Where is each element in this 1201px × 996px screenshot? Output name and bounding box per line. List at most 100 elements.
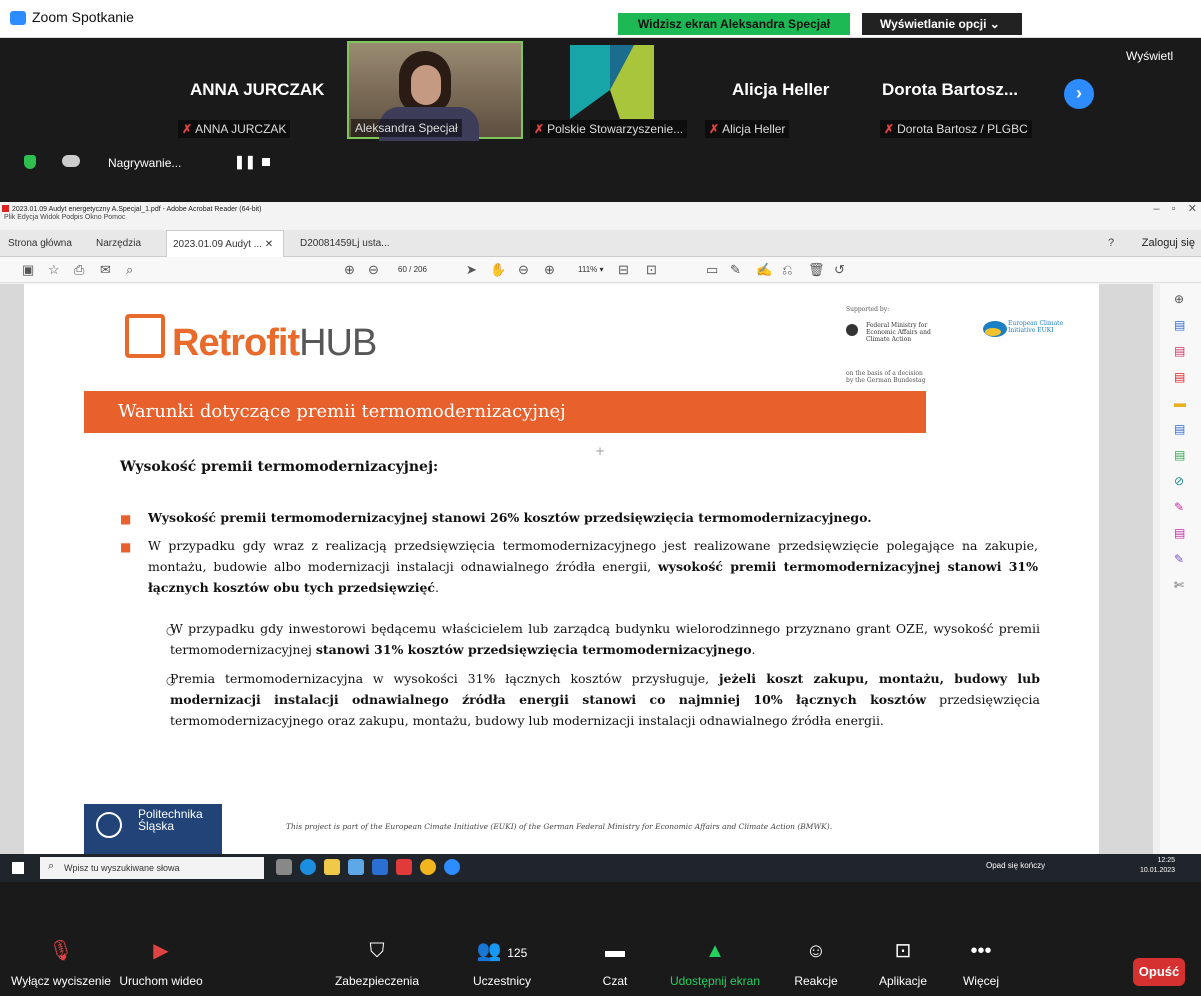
task-view-icon[interactable]: [276, 859, 292, 875]
participant-name-large: Dorota Bartosz...: [882, 80, 1019, 99]
store-icon[interactable]: [348, 859, 364, 875]
mail-icon[interactable]: ✉: [100, 262, 111, 278]
draw-icon[interactable]: ✍: [756, 262, 772, 278]
export-pdf-icon[interactable]: ▤: [1174, 370, 1185, 384]
pause-recording-icon[interactable]: ❚❚: [234, 154, 256, 170]
system-clock[interactable]: 12:25 10.01.2023: [1140, 856, 1175, 876]
tab-audit-document[interactable]: 2023.01.09 Audyt ... ✕: [166, 230, 284, 257]
request-signature-icon[interactable]: ▤: [1174, 526, 1185, 540]
euki-logo-icon: [983, 321, 1007, 337]
select-tool-icon[interactable]: ➤: [466, 262, 477, 278]
stamp-icon[interactable]: ⎌: [782, 262, 792, 278]
hand-tool-icon[interactable]: ✋: [490, 262, 506, 278]
window-title: Zoom Spotkanie: [32, 9, 134, 25]
apps-button[interactable]: ⊡ Aplikacje: [870, 936, 936, 988]
more-tools-icon[interactable]: ✄: [1174, 578, 1184, 592]
delete-icon[interactable]: 🗑: [808, 262, 825, 278]
reader-toolbar: ▣ ☆ ⎙ ✉ ⌕ ⊕ ⊖ 60 / 206 ➤ ✋ ⊖ ⊕ 111% ▾ ⊟ …: [0, 257, 1201, 283]
login-link[interactable]: Zaloguj się: [1142, 237, 1195, 249]
stop-recording-icon[interactable]: [262, 158, 270, 166]
zoom-app-icon: [10, 11, 26, 25]
mic-muted-icon: ✗: [534, 122, 545, 136]
organize-pages-icon[interactable]: ▤: [1174, 344, 1185, 358]
rotate-icon[interactable]: ↺: [834, 262, 845, 278]
mic-muted-icon: ✗: [709, 122, 720, 136]
tab-tools[interactable]: Narzędzia: [90, 230, 147, 257]
participants-icon: 👥 125: [476, 940, 528, 962]
chrome-icon[interactable]: [420, 859, 436, 875]
reader-menu-bar[interactable]: Plik Edycja Widok Podpis Okno Pomoc: [4, 214, 125, 221]
fill-sign-icon[interactable]: ✎: [1174, 500, 1184, 514]
participants-button[interactable]: 👥 125 Uczestnicy: [456, 936, 548, 988]
protect-icon[interactable]: ✎: [1174, 552, 1184, 566]
section-heading: Wysokość premii termomodernizacyjnej:: [120, 459, 439, 475]
chat-button[interactable]: ▬ Czat: [590, 936, 640, 988]
bullet-marker-icon: ■: [120, 512, 132, 526]
sub-bullet-text: Premia termomodernizacyjna w wysokości 3…: [170, 671, 1040, 728]
reactions-button[interactable]: ☺ Reakcje: [786, 936, 846, 988]
document-canvas: RetrofitHUB Supported by: Federal Minist…: [0, 284, 1160, 854]
close-tab-icon[interactable]: ✕: [265, 239, 273, 250]
leave-button[interactable]: Opuść: [1133, 958, 1185, 986]
edge-icon[interactable]: [300, 859, 316, 875]
windows-start-icon[interactable]: [12, 862, 24, 874]
recording-status: Nagrywanie...: [108, 156, 182, 170]
next-page-arrow-icon[interactable]: ›: [1064, 79, 1094, 109]
participant-label: ✗ Alicja Heller: [705, 120, 790, 138]
acrobat-taskbar-icon[interactable]: [396, 859, 412, 875]
retrofit-hub-logo: RetrofitHUB: [172, 322, 377, 364]
zoom-level-select[interactable]: 111% ▾: [578, 265, 604, 274]
security-button[interactable]: ⛉ Zabezpieczenia: [322, 936, 432, 988]
unmute-button[interactable]: 🎙 Wyłącz wyciszenie: [6, 936, 116, 988]
more-dots-icon: •••: [970, 940, 992, 962]
participant-name-large: ANNA JURCZAK: [190, 80, 325, 99]
start-video-button[interactable]: ▶ Uruchom wideo: [116, 936, 206, 988]
participant-label: ✗ ANNA JURCZAK: [178, 120, 291, 138]
tab-home[interactable]: Strona główna: [2, 230, 78, 257]
participant-label: Aleksandra Specjał: [351, 119, 462, 137]
euki-credit: European Climate Initiative EUKI: [1008, 320, 1064, 334]
window-controls[interactable]: – ▫ ✕: [1153, 202, 1197, 215]
active-speaker-video[interactable]: Aleksandra Specjał: [347, 41, 523, 141]
chat-icon: ▬: [605, 940, 625, 962]
scan-ocr-icon[interactable]: ⊘: [1174, 474, 1184, 488]
star-icon[interactable]: ☆: [48, 262, 60, 278]
comment-panel-icon[interactable]: ▬: [1174, 396, 1186, 410]
combine-files-icon[interactable]: ▤: [1174, 422, 1185, 436]
participant-label: ✗ Dorota Bartosz / PLGBC: [880, 120, 1032, 138]
find-icon[interactable]: ⌕: [126, 262, 133, 278]
help-icon[interactable]: ?: [1108, 237, 1114, 249]
supported-by-label: Supported by:: [846, 306, 890, 313]
mail-app-icon[interactable]: [372, 859, 388, 875]
microphone-muted-icon: 🎙: [48, 940, 74, 962]
comment-icon[interactable]: ▭: [706, 262, 718, 278]
more-button[interactable]: ••• Więcej: [954, 936, 1008, 988]
save-icon[interactable]: ▣: [22, 262, 34, 278]
taskbar-search-input[interactable]: Wpisz tu wyszukiwane słowa: [40, 857, 264, 879]
next-page-icon[interactable]: ⊖: [368, 262, 379, 278]
search-panel-icon[interactable]: ⊕: [1174, 292, 1184, 306]
ministry-credit: Federal Ministry for Economic Affairs an…: [866, 322, 931, 343]
participant-label: ✗ Polskie Stowarzyszenie...: [530, 120, 688, 138]
zoom-in-icon[interactable]: ⊕: [544, 262, 555, 278]
zoom-taskbar-icon[interactable]: [444, 859, 460, 875]
weather-widget[interactable]: Opad się kończy: [986, 861, 1045, 870]
share-screen-button[interactable]: ▲ Udostępnij ekran: [660, 936, 770, 988]
zoom-out-icon[interactable]: ⊖: [518, 262, 529, 278]
create-pdf-icon[interactable]: ▤: [1174, 318, 1185, 332]
gallery-view-button[interactable]: Wyświetl: [1126, 49, 1173, 63]
view-options-button[interactable]: Wyświetlanie opcji ⌄: [862, 13, 1022, 35]
page-view-icon[interactable]: ⊟: [618, 262, 629, 278]
scroll-mode-icon[interactable]: ⊡: [646, 262, 657, 278]
reader-window-title: 2023.01.09 Audyt energetyczny A.Specjal_…: [12, 206, 262, 213]
emoji-icon: ☺: [805, 940, 827, 962]
slide-title-banner: Warunki dotyczące premii termomodernizac…: [84, 391, 926, 433]
file-explorer-icon[interactable]: [324, 859, 340, 875]
page-indicator[interactable]: 60 / 206: [398, 265, 427, 274]
print-icon[interactable]: ⎙: [74, 262, 84, 278]
highlight-pen-icon[interactable]: ✎: [730, 262, 741, 278]
export-excel-icon[interactable]: ▤: [1174, 448, 1185, 462]
video-off-icon: ▶: [153, 940, 169, 962]
tab-second-document[interactable]: D20081459Lj usta...: [294, 230, 396, 257]
previous-page-icon[interactable]: ⊕: [344, 262, 355, 278]
